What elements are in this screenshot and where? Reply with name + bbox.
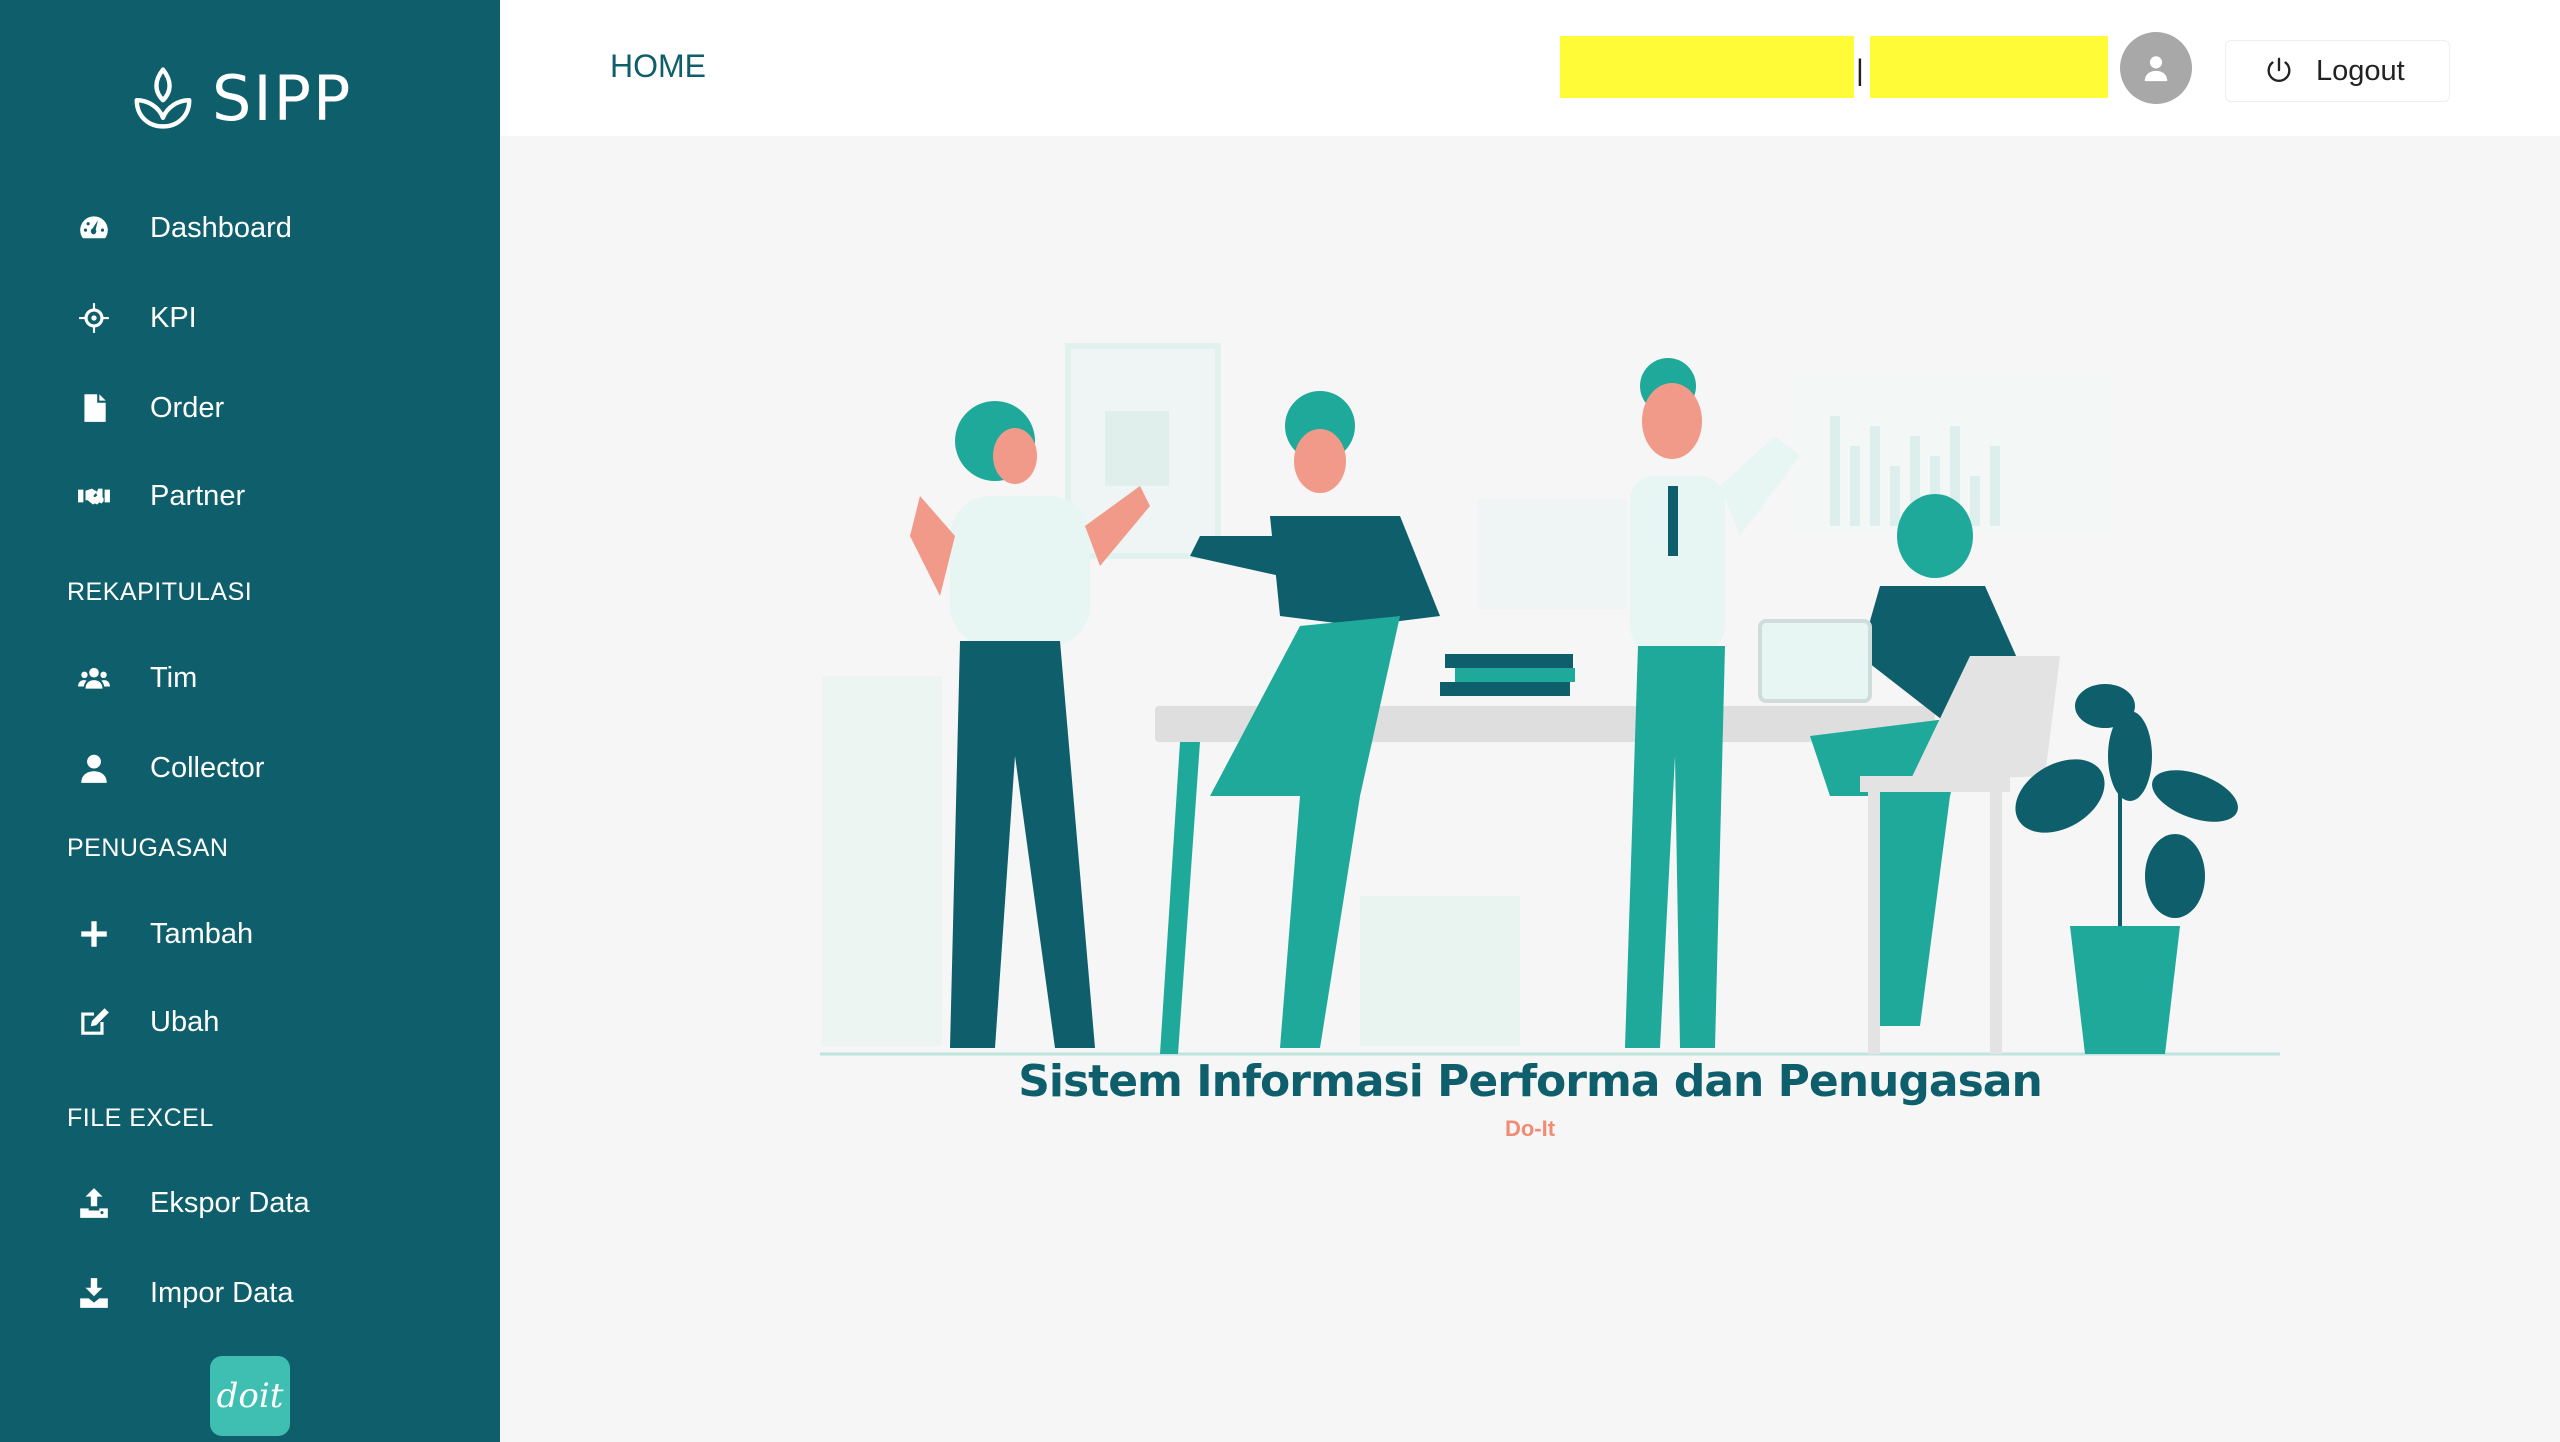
sidebar-item-label: Order bbox=[150, 391, 225, 424]
page-title: HOME bbox=[610, 48, 706, 84]
app-root: SIPP Dashboard KPI Order Partner REKAPIT… bbox=[0, 0, 2560, 1442]
sidebar-item-tim[interactable]: Tim bbox=[0, 646, 500, 710]
edit-icon bbox=[76, 1004, 112, 1040]
sidebar-item-tambah[interactable]: Tambah bbox=[0, 902, 500, 966]
main-content: Sistem Informasi Performa dan Penugasan … bbox=[500, 136, 2560, 1442]
sidebar-item-ekspor-data[interactable]: Ekspor Data bbox=[0, 1171, 500, 1235]
doit-badge[interactable]: doit bbox=[210, 1356, 290, 1436]
sidebar-item-collector[interactable]: Collector bbox=[0, 736, 500, 800]
team-illustration bbox=[820, 343, 2280, 1056]
sidebar-item-label: Tambah bbox=[150, 917, 254, 950]
user-name-redacted bbox=[1560, 36, 1854, 98]
sidebar: SIPP Dashboard KPI Order Partner REKAPIT… bbox=[0, 0, 500, 1442]
upload-icon bbox=[76, 1185, 112, 1221]
logout-label: Logout bbox=[2316, 54, 2405, 87]
brand-name: SIPP bbox=[212, 61, 353, 135]
sidebar-item-kpi[interactable]: KPI bbox=[0, 286, 500, 350]
sidebar-item-partner[interactable]: Partner bbox=[0, 464, 500, 528]
power-icon bbox=[2267, 57, 2291, 82]
sidebar-item-label: Tim bbox=[150, 661, 198, 694]
section-heading-rekapitulasi: REKAPITULASI bbox=[67, 578, 253, 606]
user-role-redacted bbox=[1870, 36, 2108, 98]
user-avatar-icon bbox=[2144, 56, 2168, 82]
users-icon bbox=[76, 660, 112, 696]
sidebar-item-label: Dashboard bbox=[150, 211, 292, 244]
user-icon bbox=[76, 750, 112, 786]
sidebar-item-label: Impor Data bbox=[150, 1276, 294, 1309]
file-icon bbox=[76, 390, 112, 426]
sidebar-item-dashboard[interactable]: Dashboard bbox=[0, 196, 500, 260]
section-heading-file-excel: FILE EXCEL bbox=[67, 1104, 214, 1132]
sidebar-item-label: Ubah bbox=[150, 1005, 220, 1038]
sidebar-item-label: Collector bbox=[150, 751, 265, 784]
sidebar-item-label: Ekspor Data bbox=[150, 1186, 310, 1219]
sidebar-item-label: Partner bbox=[150, 479, 246, 512]
main-subtitle: Do-It bbox=[1504, 1116, 1556, 1141]
sidebar-item-order[interactable]: Order bbox=[0, 376, 500, 440]
sidebar-item-impor-data[interactable]: Impor Data bbox=[0, 1261, 500, 1325]
plus-icon bbox=[76, 916, 112, 952]
main-title: Sistem Informasi Performa dan Penugasan bbox=[1018, 1056, 2043, 1107]
top-header: HOME | Logout bbox=[500, 0, 2560, 136]
sidebar-item-ubah[interactable]: Ubah bbox=[0, 990, 500, 1054]
crosshairs-icon bbox=[76, 300, 112, 336]
dashboard-gauge-icon bbox=[76, 210, 112, 246]
handshake-icon bbox=[76, 478, 112, 514]
logout-button[interactable]: Logout bbox=[2225, 40, 2450, 102]
leaf-logo-icon bbox=[134, 67, 192, 129]
section-heading-penugasan: PENUGASAN bbox=[67, 834, 229, 862]
avatar[interactable] bbox=[2120, 32, 2192, 104]
sidebar-item-label: KPI bbox=[150, 301, 197, 334]
brand[interactable]: SIPP bbox=[128, 58, 352, 138]
download-icon bbox=[76, 1275, 112, 1311]
user-info-separator: | bbox=[1856, 54, 1864, 87]
